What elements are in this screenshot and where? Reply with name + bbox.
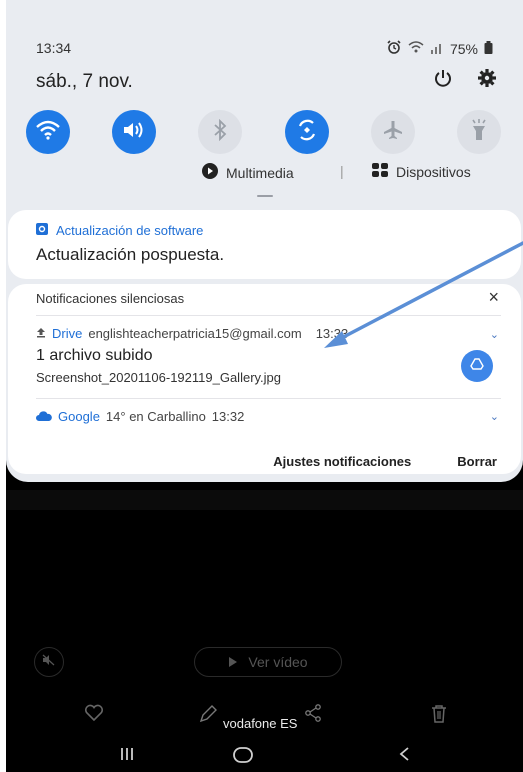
- sound-toggle[interactable]: [112, 110, 157, 154]
- power-icon[interactable]: [433, 68, 453, 88]
- drive-action-button[interactable]: [461, 350, 493, 382]
- phone-screen: 13:34 75% sáb., 7 nov. Multimedia | Disp…: [6, 0, 523, 772]
- divider: [36, 398, 501, 399]
- quick-panel: 13:34 75% sáb., 7 nov. Multimedia | Disp…: [6, 0, 523, 482]
- quick-toggles: [26, 110, 501, 154]
- chevron-down-icon[interactable]: ⌄: [490, 410, 499, 423]
- delete-icon[interactable]: [430, 704, 448, 724]
- signal-icon: [430, 41, 444, 57]
- google-weather-text: 14° en Carballino: [105, 409, 206, 424]
- edit-icon[interactable]: [198, 704, 218, 724]
- drive-app-name: Drive: [52, 326, 83, 341]
- google-notification[interactable]: Google 14° en Carballino 13:32: [36, 409, 244, 424]
- software-update-notification[interactable]: Actualización de software Actualización …: [8, 210, 521, 279]
- upload-icon: [36, 326, 46, 341]
- sound-icon: [122, 120, 146, 145]
- auto-rotate-icon: [295, 118, 319, 147]
- multimedia-button[interactable]: Multimedia: [202, 163, 294, 182]
- devices-button[interactable]: Dispositivos: [372, 163, 471, 180]
- alarm-icon: [386, 40, 402, 57]
- date-label: sáb., 7 nov.: [36, 71, 133, 92]
- multimedia-label: Multimedia: [226, 164, 294, 181]
- home-icon[interactable]: [232, 746, 254, 764]
- devices-icon: [372, 163, 388, 180]
- airplane-mode-toggle[interactable]: [370, 110, 415, 154]
- silent-notifications-header: Notificaciones silenciosas: [36, 291, 185, 306]
- divider: [36, 315, 501, 316]
- notification-settings-button[interactable]: Ajustes notificaciones: [273, 454, 411, 469]
- background-image-strip: [6, 490, 523, 510]
- bluetooth-icon: [212, 118, 228, 146]
- airplane-mode-icon: [382, 119, 404, 146]
- google-time: 13:32: [211, 409, 245, 424]
- settings-gear-icon[interactable]: [477, 68, 497, 88]
- drive-account: englishteacherpatricia15@gmail.com: [88, 326, 302, 341]
- play-icon: [228, 654, 238, 670]
- flashlight-toggle[interactable]: [456, 110, 501, 154]
- flashlight-icon: [470, 118, 488, 147]
- wifi-icon: [35, 119, 61, 146]
- drive-notification-title: 1 archivo subido: [36, 347, 153, 364]
- clock: 13:34: [36, 40, 72, 56]
- drive-notification-header[interactable]: Drive englishteacherpatricia15@gmail.com…: [36, 326, 348, 341]
- close-icon[interactable]: ×: [488, 287, 499, 308]
- drive-icon: [470, 357, 484, 375]
- share-icon[interactable]: [304, 704, 322, 722]
- recent-apps-icon[interactable]: [120, 746, 134, 762]
- battery-icon: [484, 40, 493, 57]
- google-app-name: Google: [58, 409, 100, 424]
- silent-notifications-card: Notificaciones silenciosas × Drive engli…: [8, 284, 521, 474]
- watch-video-label: Ver vídeo: [248, 654, 308, 670]
- software-update-app: Actualización de software: [56, 223, 204, 238]
- battery-percent: 75%: [449, 40, 478, 57]
- play-icon: [202, 163, 218, 182]
- cloud-icon: [36, 409, 52, 424]
- heart-icon[interactable]: [84, 704, 104, 722]
- drive-notification-file: Screenshot_20201106-192119_Gallery.jpg: [36, 370, 282, 385]
- separator: |: [340, 163, 344, 179]
- bluetooth-toggle[interactable]: [198, 110, 243, 154]
- watch-video-button[interactable]: Ver vídeo: [194, 647, 342, 677]
- wifi-toggle[interactable]: [26, 110, 70, 154]
- mute-icon: [42, 653, 56, 671]
- navigation-bar: [6, 742, 523, 772]
- carrier-label: vodafone ES: [223, 716, 298, 731]
- status-bar: 13:34 75%: [36, 40, 493, 57]
- clear-button[interactable]: Borrar: [457, 454, 497, 469]
- drive-time: 13:33: [315, 326, 349, 341]
- devices-label: Dispositivos: [396, 163, 471, 180]
- chevron-down-icon[interactable]: ⌄: [490, 328, 499, 341]
- wifi-status-icon: [408, 40, 424, 57]
- back-icon[interactable]: [398, 746, 410, 762]
- panel-handle[interactable]: [257, 195, 273, 197]
- auto-rotate-toggle[interactable]: [284, 110, 329, 154]
- software-update-title: Actualización pospuesta.: [36, 245, 225, 264]
- mute-button[interactable]: [34, 647, 64, 677]
- software-update-icon: [36, 223, 48, 238]
